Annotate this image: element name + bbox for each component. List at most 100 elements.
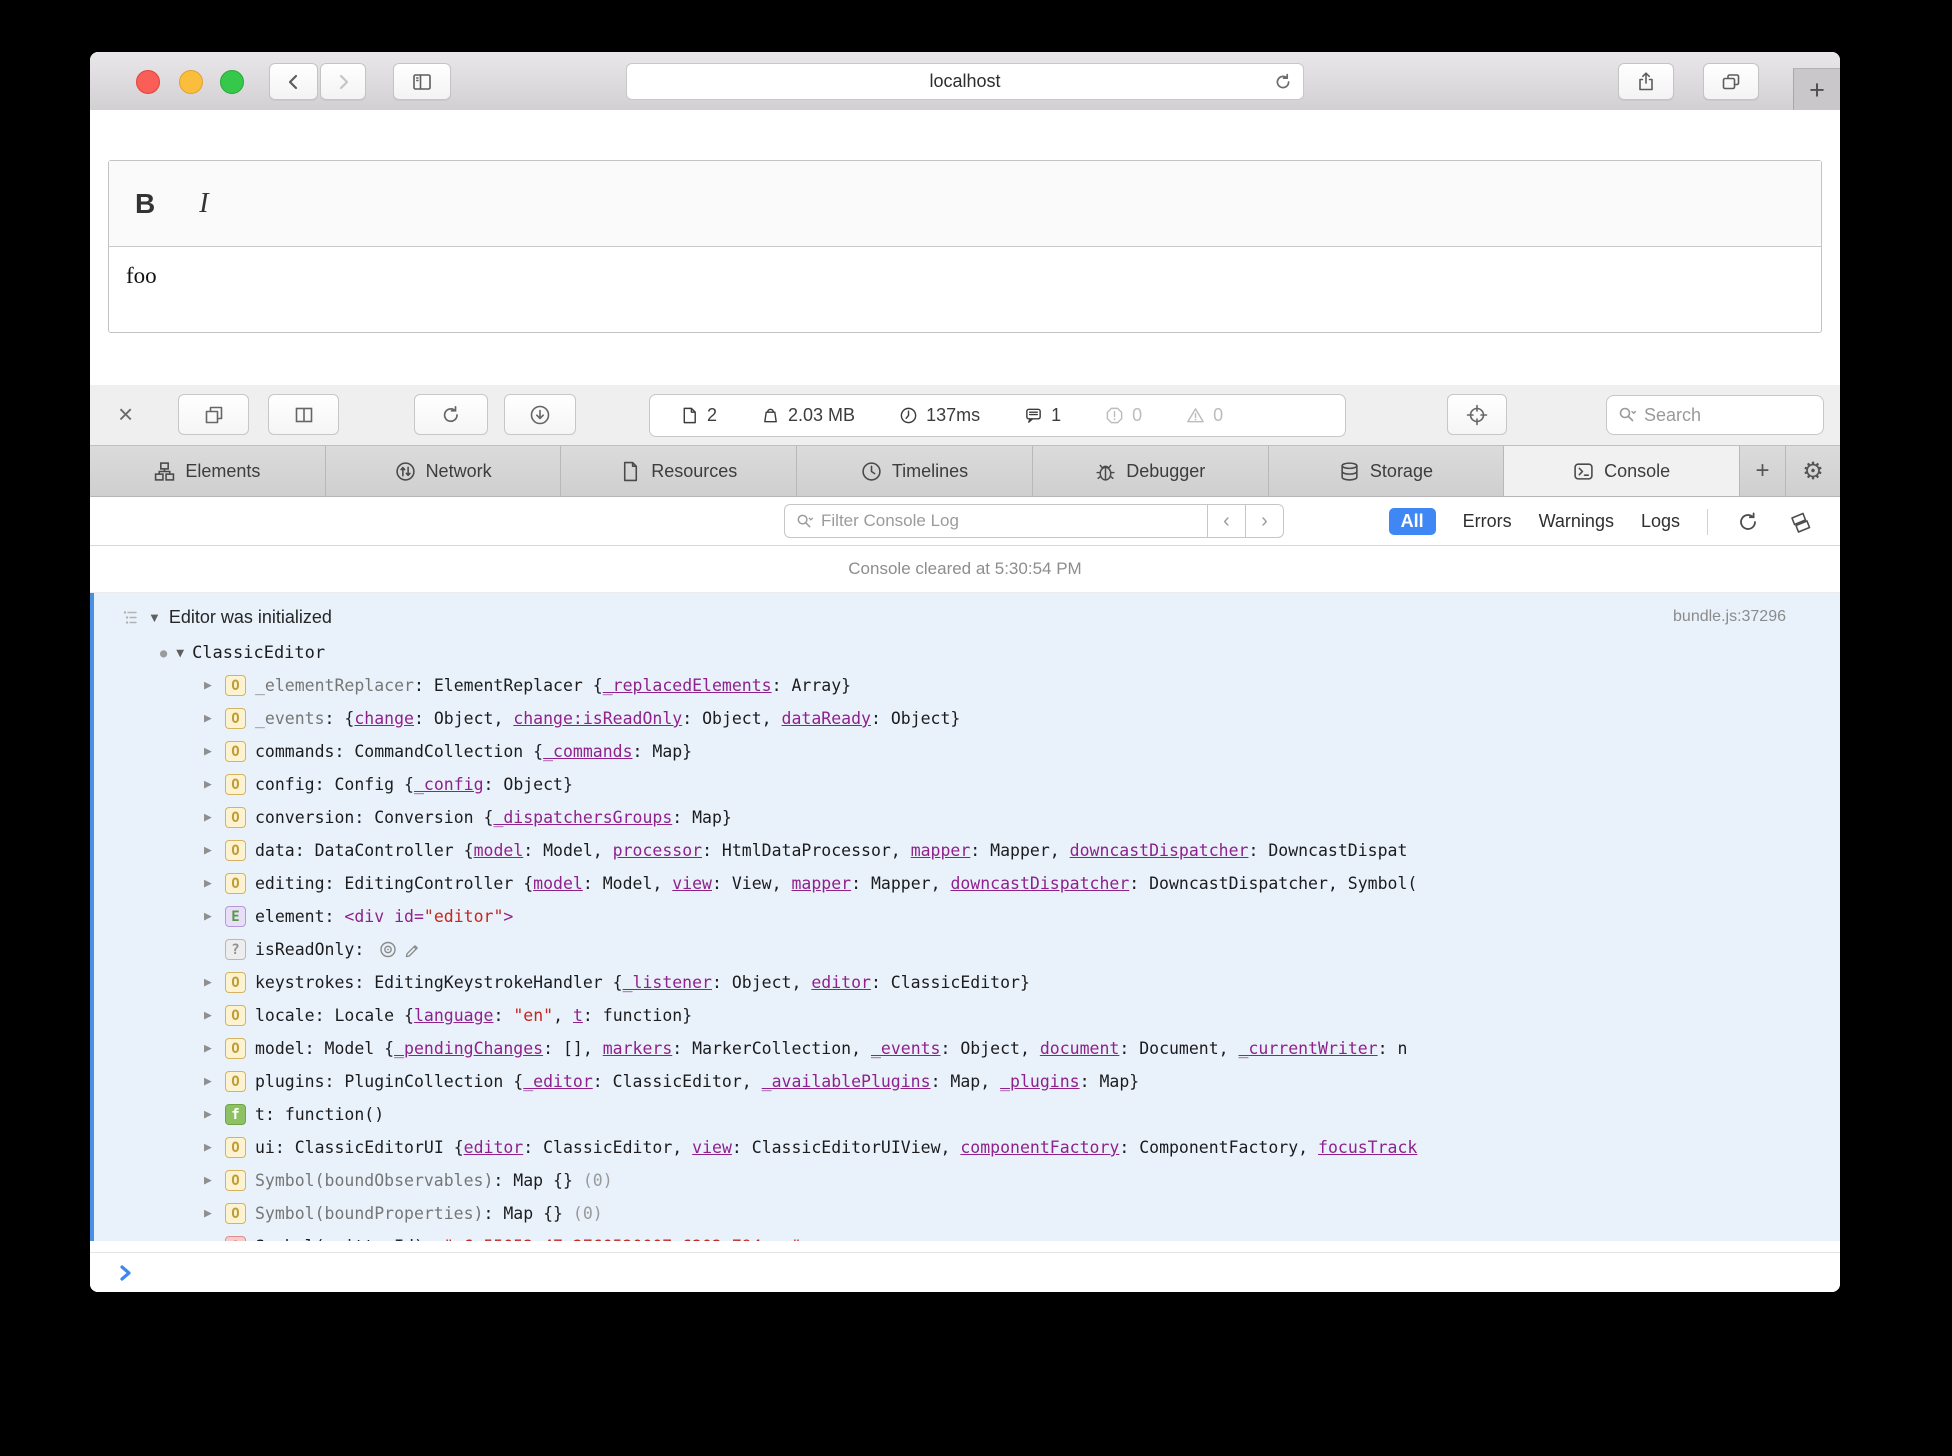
- tree-row[interactable]: ▶ Oconfig: Config {_config: Object}: [94, 768, 1840, 801]
- editor-content[interactable]: foo: [109, 247, 1821, 289]
- detach-inspector-button[interactable]: [178, 394, 249, 435]
- stat-bubble[interactable]: 1: [1024, 405, 1061, 426]
- disclosure-closed-icon[interactable]: ▶: [204, 1206, 223, 1221]
- reload-page-button[interactable]: [414, 394, 488, 435]
- element-picker-button[interactable]: [1447, 394, 1507, 435]
- log-source-link[interactable]: bundle.js:37296: [1673, 608, 1840, 626]
- dock-side-button[interactable]: [268, 394, 339, 435]
- close-inspector-button[interactable]: ×: [118, 397, 133, 431]
- console-refresh-button[interactable]: [1735, 509, 1761, 535]
- pencil-icon[interactable]: [404, 941, 420, 959]
- reload-icon[interactable]: [1272, 71, 1294, 93]
- token: :: [354, 940, 375, 959]
- tree-row[interactable]: ▶ Okeystrokes: EditingKeystrokeHandler {_…: [94, 966, 1840, 999]
- scope-warnings[interactable]: Warnings: [1539, 511, 1614, 532]
- tree-row[interactable]: ? isReadOnly:: [94, 933, 1840, 966]
- scope-all[interactable]: All: [1388, 508, 1436, 535]
- token: :: [314, 775, 335, 794]
- tree-row[interactable]: ▶ O Symbol(boundProperties): Map {} (0): [94, 1197, 1840, 1230]
- console-log-entry[interactable]: ▼ Editor was initialized bundle.js:37296…: [90, 593, 1840, 1241]
- next-result-button[interactable]: ›: [1245, 505, 1283, 537]
- disclosure-closed-icon[interactable]: ▶: [204, 1140, 223, 1155]
- disclosure-closed-icon[interactable]: ▶: [204, 909, 223, 924]
- disclosure-closed-icon[interactable]: ▶: [204, 843, 223, 858]
- tree-row[interactable]: ▶ Ocommands: CommandCollection {_commands…: [94, 735, 1840, 768]
- url-bar[interactable]: localhost: [626, 63, 1304, 100]
- tab-elements[interactable]: Elements: [90, 446, 326, 496]
- tree-row[interactable]: ▶ Eelement: <div id= "editor" >: [94, 900, 1840, 933]
- disclosure-closed-icon[interactable]: ▶: [204, 975, 223, 990]
- disclosure-closed-icon[interactable]: ▶: [204, 744, 223, 759]
- zoom-window-button[interactable]: [220, 70, 244, 94]
- object-class-name: ClassicEditor: [192, 643, 326, 663]
- stat-clock[interactable]: 137ms: [899, 405, 980, 426]
- inspector-search-field[interactable]: Search: [1606, 395, 1824, 435]
- type-badge: ?: [225, 939, 246, 960]
- stat-octagon[interactable]: 0: [1105, 405, 1142, 426]
- tab-debugger[interactable]: Debugger: [1033, 446, 1269, 496]
- token: "editor": [423, 907, 504, 926]
- tree-row[interactable]: ▶ O _elementReplacer: ElementReplacer {_re…: [94, 669, 1840, 702]
- disclosure-open-icon[interactable]: ▼: [148, 610, 161, 625]
- tab-storage[interactable]: Storage: [1269, 446, 1505, 496]
- tree-row[interactable]: ▶ Oplugins: PluginCollection {_editor: Cl…: [94, 1065, 1840, 1098]
- disclosure-closed-icon[interactable]: ▶: [204, 1041, 223, 1056]
- log-entry-header[interactable]: ▼ Editor was initialized bundle.js:37296: [94, 597, 1840, 637]
- forward-button[interactable]: [320, 63, 366, 100]
- minimize-window-button[interactable]: [179, 70, 203, 94]
- tab-console[interactable]: Console: [1504, 446, 1741, 496]
- tab-resources[interactable]: Resources: [561, 446, 798, 496]
- bold-button[interactable]: B: [135, 188, 155, 220]
- download-page-button[interactable]: [504, 394, 576, 435]
- filter-console-field[interactable]: Filter Console Log ‹ ›: [784, 504, 1284, 538]
- disclosure-closed-icon[interactable]: ▶: [204, 1107, 223, 1122]
- disclosure-closed-icon[interactable]: ▶: [204, 678, 223, 693]
- stat-triangle[interactable]: 0: [1186, 405, 1223, 426]
- tree-row[interactable]: ▶ O _events: {change: Object, change:isRea…: [94, 702, 1840, 735]
- token: Map {}: [503, 1204, 573, 1223]
- disclosure-closed-icon[interactable]: ▶: [204, 1008, 223, 1023]
- disclosure-closed-icon[interactable]: ▶: [204, 1173, 223, 1188]
- object-root-row[interactable]: ● ▼ ClassicEditor: [94, 637, 1840, 669]
- stat-doc[interactable]: 2: [680, 405, 717, 426]
- console-split-button[interactable]: [1788, 509, 1814, 535]
- browser-window: localhost + B I foo × 2 2.03 MB 137ms 1 …: [90, 52, 1840, 1292]
- tree-row[interactable]: OSymbol(emitterId): "e6-55052-47-2760520…: [94, 1230, 1840, 1241]
- tree-row[interactable]: ▶ Omodel: Model {_pendingChanges: [], mar…: [94, 1032, 1840, 1065]
- tree-row[interactable]: ▶ Oconversion: Conversion {_dispatchersGr…: [94, 801, 1840, 834]
- forward-icon: [333, 72, 353, 92]
- token: plugins: [255, 1072, 325, 1091]
- token: : DowncastDispatcher,: [1129, 874, 1348, 893]
- back-button[interactable]: [269, 63, 318, 100]
- previous-result-button[interactable]: ‹: [1207, 505, 1245, 537]
- sidebar-toggle-button[interactable]: [393, 63, 451, 100]
- disclosure-closed-icon[interactable]: ▶: [204, 876, 223, 891]
- tree-row[interactable]: ▶ Oui: ClassicEditorUI {editor: ClassicEd…: [94, 1131, 1840, 1164]
- tab-label: Debugger: [1126, 460, 1206, 481]
- disclosure-closed-icon[interactable]: ▶: [204, 1074, 223, 1089]
- tree-row[interactable]: ▶ Olocale: Locale {language: "en", t: fun…: [94, 999, 1840, 1032]
- disclosure-open-icon[interactable]: ▼: [176, 646, 184, 661]
- italic-button[interactable]: I: [199, 188, 208, 220]
- disclosure-closed-icon[interactable]: ▶: [204, 711, 223, 726]
- tree-row[interactable]: ▶ Oediting: EditingController {model: Mod…: [94, 867, 1840, 900]
- network-icon: [395, 461, 416, 482]
- tab-network[interactable]: Network: [326, 446, 562, 496]
- scope-logs[interactable]: Logs: [1641, 511, 1680, 532]
- stat-weight[interactable]: 2.03 MB: [761, 405, 855, 426]
- show-tabs-button[interactable]: [1703, 63, 1759, 100]
- new-tab-button[interactable]: +: [1793, 68, 1840, 111]
- eye-icon[interactable]: [378, 941, 398, 958]
- disclosure-closed-icon[interactable]: ▶: [204, 777, 223, 792]
- close-window-button[interactable]: [136, 70, 160, 94]
- tree-row[interactable]: ▶ f t: function(): [94, 1098, 1840, 1131]
- console-prompt[interactable]: [90, 1252, 1840, 1292]
- inspector-settings-button[interactable]: ⚙: [1786, 446, 1840, 496]
- tab-timelines[interactable]: Timelines: [797, 446, 1033, 496]
- share-button[interactable]: [1618, 63, 1674, 100]
- disclosure-closed-icon[interactable]: ▶: [204, 810, 223, 825]
- scope-errors[interactable]: Errors: [1463, 511, 1512, 532]
- tree-row[interactable]: ▶ O Symbol(boundObservables): Map {} (0): [94, 1164, 1840, 1197]
- tree-row[interactable]: ▶ Odata: DataController {model: Model, pr…: [94, 834, 1840, 867]
- add-inspector-tab-button[interactable]: +: [1740, 446, 1787, 496]
